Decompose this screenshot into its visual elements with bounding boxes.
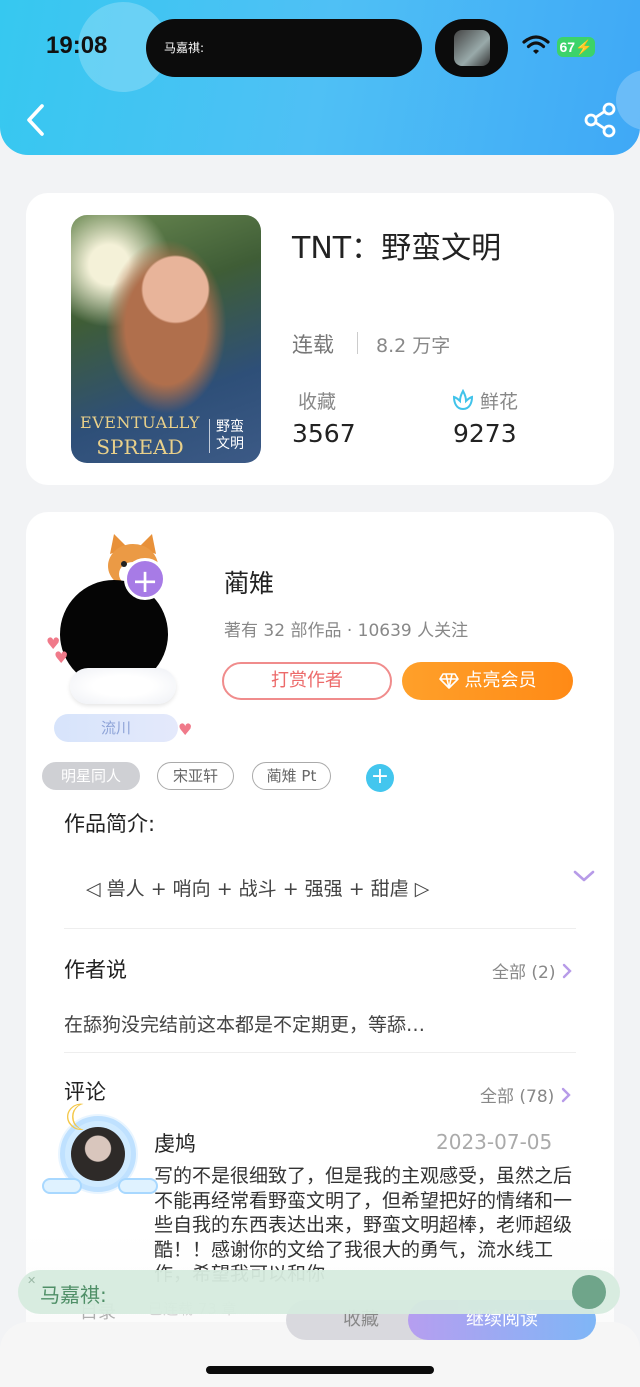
battery-indicator: 67⚡ — [557, 37, 595, 57]
cover-title-line1: EVENTUALLY — [80, 413, 200, 432]
avatar-cloud-decor — [70, 668, 176, 704]
decor-bubble — [616, 70, 640, 130]
book-info-card: EVENTUALLY SPREAD 野蛮文明 TNT：野蛮文明 连载 8.2 万… — [26, 193, 614, 485]
vip-button-label: 点亮会员 — [464, 670, 537, 691]
divider — [357, 332, 358, 354]
heart-icon: ♥ — [178, 720, 193, 739]
back-arrow-icon[interactable] — [22, 102, 52, 138]
share-icon[interactable] — [582, 102, 618, 138]
tip-author-button[interactable]: 打赏作者 — [222, 662, 392, 700]
battery-level: 67 — [559, 39, 576, 55]
comments-more-link[interactable]: 全部 (78) — [480, 1082, 572, 1107]
cover-english-title: EVENTUALLY SPREAD — [77, 411, 203, 459]
author-badge: 流川 — [54, 714, 178, 742]
book-status: 连载 — [292, 333, 334, 357]
comments-more-label: 全部 (78) — [480, 1087, 555, 1107]
home-indicator[interactable] — [206, 1366, 434, 1374]
wifi-icon — [522, 35, 550, 54]
close-icon[interactable]: ✕ — [27, 1274, 36, 1287]
flower-label: 鲜花 — [480, 391, 519, 413]
intro-text: ◁ 兽人 + 哨向 + 战斗 + 强强 + 甜虐 ▷ — [86, 878, 430, 900]
divider — [64, 928, 576, 929]
collect-label: 收藏 — [298, 391, 337, 413]
chevron-right-icon — [562, 1087, 572, 1103]
author-card: ♥ ♥ ♥ 流川 + 蔺雉 著有 32 部作品 · 10639 人关注 打赏作者… — [26, 512, 614, 1387]
dynamic-island[interactable]: 马嘉祺: — [146, 19, 422, 77]
author-meta: 著有 32 部作品 · 10639 人关注 — [224, 621, 469, 641]
status-time: 19:08 — [46, 32, 108, 59]
flower-icon — [452, 389, 474, 411]
collect-count: 3567 — [292, 419, 356, 448]
cloud-decor — [118, 1178, 158, 1194]
author-says-title: 作者说 — [64, 958, 127, 982]
cover-title-line2: SPREAD — [96, 435, 184, 459]
header: 19:08 马嘉祺: 67⚡ — [0, 0, 640, 155]
commenter-avatar[interactable]: ☾ — [42, 1098, 158, 1204]
diamond-icon — [438, 673, 459, 689]
mini-player-text: 马嘉祺: — [40, 1283, 107, 1307]
chevron-down-icon[interactable] — [572, 868, 596, 884]
comment-username[interactable]: 虔鸠 — [154, 1128, 196, 1158]
add-tag-button[interactable]: + — [366, 764, 394, 792]
heart-icon: ♥ — [54, 648, 69, 667]
author-says-more-link[interactable]: 全部 (2) — [492, 958, 573, 983]
intro-title: 作品简介: — [64, 812, 156, 836]
chevron-right-icon — [563, 963, 573, 979]
author-says-more-label: 全部 (2) — [492, 963, 556, 983]
divider — [64, 1052, 576, 1053]
flower-count: 9273 — [453, 419, 517, 448]
mini-player[interactable]: ✕ 马嘉祺: — [18, 1270, 620, 1314]
comment-date: 2023-07-05 — [436, 1130, 553, 1154]
island-text: 马嘉祺: — [164, 41, 205, 55]
book-title: TNT：野蛮文明 — [292, 231, 502, 266]
comment-text[interactable]: 写的不是很细致了，但是我的主观感受，虽然之后不能再经常看野蛮文明了，但希望把好的… — [154, 1164, 574, 1284]
cloud-decor — [42, 1178, 82, 1194]
cover-chinese-title: 野蛮文明 — [209, 419, 249, 453]
music-app-icon[interactable] — [572, 1275, 606, 1309]
book-cover[interactable]: EVENTUALLY SPREAD 野蛮文明 — [71, 215, 261, 463]
album-art — [454, 30, 490, 66]
book-word-count: 8.2 万字 — [376, 335, 451, 357]
island-thumbnail[interactable] — [435, 19, 508, 77]
author-says-text[interactable]: 在舔狗没完结前这本都是不定期更，等舔… — [64, 1010, 425, 1037]
follow-author-button[interactable]: + — [124, 558, 166, 600]
tag-author[interactable]: 蔺雉 Pt — [252, 762, 331, 790]
author-avatar-frame[interactable]: ♥ ♥ ♥ 流川 — [42, 522, 202, 742]
author-name[interactable]: 蔺雉 — [224, 564, 274, 600]
vip-button[interactable]: 点亮会员 — [402, 662, 573, 700]
tag-category[interactable]: 明星同人 — [42, 762, 140, 790]
tag-character[interactable]: 宋亚轩 — [157, 762, 234, 790]
moon-icon: ☾ — [64, 1098, 97, 1139]
